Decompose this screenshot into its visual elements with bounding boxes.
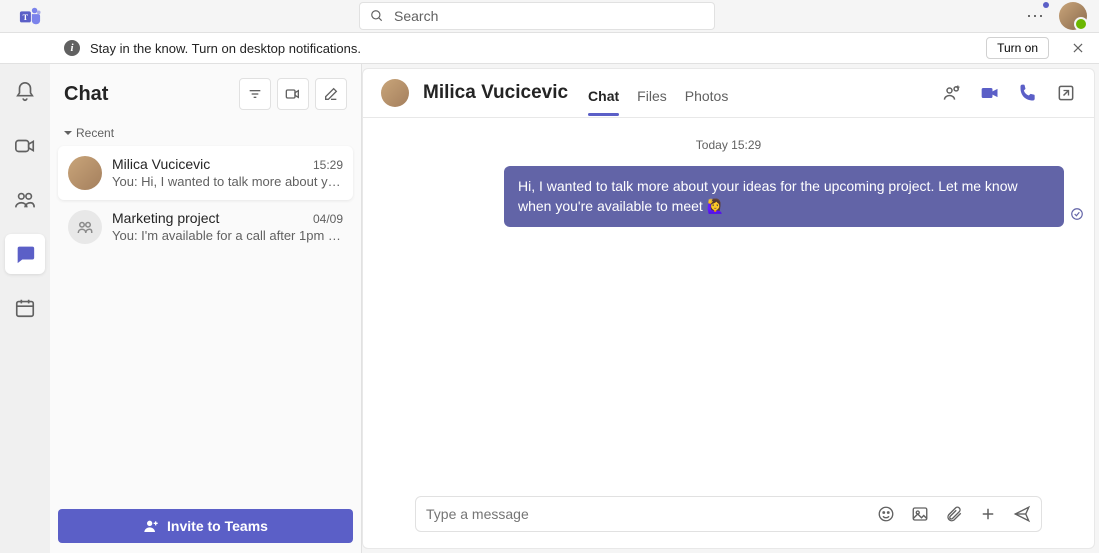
chat-item-name: Marketing project: [112, 210, 219, 226]
chat-list-item[interactable]: Marketing project 04/09 You: I'm availabl…: [58, 200, 353, 254]
people-add-icon: [942, 83, 962, 103]
search-icon: [370, 9, 384, 23]
invite-label: Invite to Teams: [167, 518, 268, 534]
chat-sidebar: Chat Recent Milica Vucicevic 15:29 You: H…: [50, 64, 362, 553]
attach-button[interactable]: [945, 505, 963, 523]
svg-text:T: T: [23, 13, 29, 22]
message-composer[interactable]: [415, 496, 1042, 532]
chat-header: Milica Vucicevic Chat Files Photos: [363, 69, 1094, 118]
search-box[interactable]: [359, 2, 715, 30]
avatar: [68, 156, 102, 190]
rail-chat[interactable]: [5, 234, 45, 274]
chat-item-preview: You: I'm available for a call after 1pm …: [112, 228, 343, 244]
composer-input[interactable]: [426, 506, 867, 522]
paperclip-icon: [945, 505, 963, 523]
plus-icon: [979, 505, 997, 523]
search-input[interactable]: [394, 8, 704, 24]
image-icon: [911, 505, 929, 523]
extensions-button[interactable]: [979, 505, 997, 523]
image-button[interactable]: [911, 505, 929, 523]
video-icon: [14, 135, 36, 157]
invite-to-teams-button[interactable]: Invite to Teams: [58, 509, 353, 543]
filter-icon: [247, 86, 263, 102]
emoji-button[interactable]: [877, 505, 895, 523]
info-icon: i: [64, 40, 80, 56]
chat-icon: [14, 243, 36, 265]
add-people-button[interactable]: [942, 83, 962, 103]
message-outgoing[interactable]: Hi, I wanted to talk more about your ide…: [504, 166, 1064, 227]
emoji-icon: [877, 505, 895, 523]
turn-on-button[interactable]: Turn on: [986, 37, 1049, 59]
send-button[interactable]: [1013, 505, 1031, 523]
header-avatar[interactable]: [381, 79, 409, 107]
tab-files[interactable]: Files: [637, 82, 667, 116]
people-icon: [14, 189, 36, 211]
notification-banner: i Stay in the know. Turn on desktop noti…: [0, 32, 1099, 64]
app-rail: [0, 64, 50, 553]
rail-calendar[interactable]: [5, 288, 45, 328]
sidebar-title: Chat: [64, 83, 233, 106]
popout-button[interactable]: [1056, 83, 1076, 103]
group-avatar: [68, 210, 102, 244]
chat-list-item[interactable]: Milica Vucicevic 15:29 You: Hi, I wanted …: [58, 146, 353, 200]
more-options-button[interactable]: ⋯: [1026, 6, 1045, 27]
date-separator: Today 15:29: [393, 138, 1064, 152]
chat-item-preview: You: Hi, I wanted to talk more about you…: [112, 174, 343, 189]
rail-video[interactable]: [5, 126, 45, 166]
person-add-icon: [143, 518, 159, 534]
read-receipt-icon: [1070, 206, 1084, 226]
user-avatar[interactable]: [1059, 2, 1087, 30]
tab-chat[interactable]: Chat: [588, 82, 619, 116]
video-icon: [980, 83, 1000, 103]
top-bar: T ⋯: [0, 0, 1099, 32]
teams-logo-icon: T: [19, 5, 41, 27]
chat-item-time: 04/09: [313, 212, 343, 226]
bell-icon: [14, 81, 36, 103]
tab-photos[interactable]: Photos: [685, 82, 729, 116]
chat-item-time: 15:29: [313, 158, 343, 172]
filter-button[interactable]: [239, 78, 271, 110]
new-chat-button[interactable]: [315, 78, 347, 110]
send-icon: [1013, 505, 1031, 523]
message-list: Today 15:29 Hi, I wanted to talk more ab…: [363, 118, 1094, 486]
popout-icon: [1056, 83, 1076, 103]
rail-community[interactable]: [5, 180, 45, 220]
chat-main: Milica Vucicevic Chat Files Photos Today…: [362, 68, 1095, 549]
banner-close-button[interactable]: [1069, 39, 1087, 57]
meet-now-button[interactable]: [277, 78, 309, 110]
chat-item-name: Milica Vucicevic: [112, 156, 210, 172]
calendar-icon: [14, 297, 36, 319]
banner-text: Stay in the know. Turn on desktop notifi…: [90, 41, 976, 56]
section-recent[interactable]: Recent: [50, 120, 361, 146]
video-call-button[interactable]: [980, 83, 1000, 103]
people-icon: [76, 218, 94, 236]
message-text: Hi, I wanted to talk more about your ide…: [518, 178, 1018, 214]
compose-icon: [323, 86, 339, 102]
video-icon: [285, 86, 301, 102]
chat-title: Milica Vucicevic: [423, 82, 568, 104]
audio-call-button[interactable]: [1018, 83, 1038, 103]
phone-icon: [1018, 83, 1038, 103]
close-icon: [1071, 41, 1085, 55]
rail-activity[interactable]: [5, 72, 45, 112]
